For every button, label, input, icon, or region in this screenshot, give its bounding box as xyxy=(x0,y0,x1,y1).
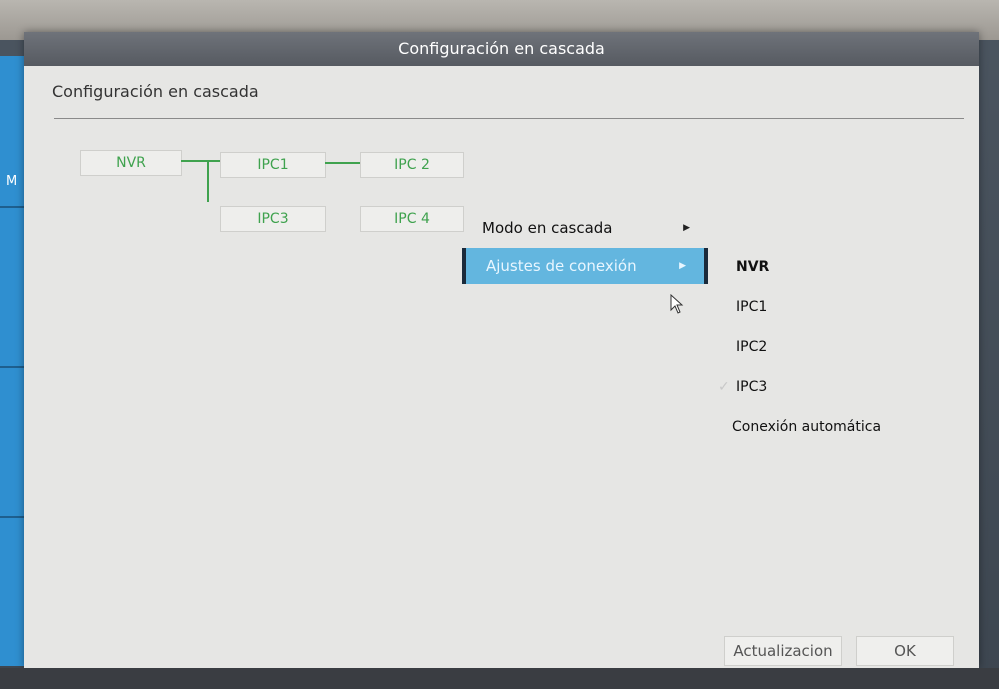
submenu-item-label: IPC2 xyxy=(736,339,768,355)
submenu-item-auto-connect[interactable]: Conexión automática xyxy=(732,412,881,442)
caret-right-icon: ▶ xyxy=(683,223,690,233)
screen: M Configuración en cascada Configuración… xyxy=(0,0,999,689)
bottom-bar xyxy=(0,668,999,689)
connector-line xyxy=(181,160,220,162)
submenu-item-label: Conexión automática xyxy=(732,419,882,435)
submenu-item-label: IPC3 xyxy=(736,379,768,395)
submenu-item-label: IPC1 xyxy=(736,299,768,315)
menu-item-label: Ajustes de conexión xyxy=(486,257,637,275)
page-subtitle: Configuración en cascada xyxy=(52,82,259,101)
caret-right-icon: ▶ xyxy=(679,261,686,271)
ok-button[interactable]: OK xyxy=(856,636,954,666)
cascade-config-dialog: Configuración en cascada Configuración e… xyxy=(24,32,979,668)
mouse-cursor-icon xyxy=(670,294,684,314)
node-ipc2[interactable]: IPC 2 xyxy=(360,152,464,178)
node-ipc4[interactable]: IPC 4 xyxy=(360,206,464,232)
submenu-item-label: NVR xyxy=(736,259,770,275)
connector-line xyxy=(207,160,209,202)
separator xyxy=(54,118,964,119)
menu-item-cascade-mode[interactable]: Modo en cascada ▶ xyxy=(462,210,708,246)
menu-item-label: Modo en cascada xyxy=(482,219,613,237)
node-nvr[interactable]: NVR xyxy=(80,150,182,176)
connector-line xyxy=(325,162,360,164)
background-label: M xyxy=(6,174,18,189)
menu-item-connection-settings[interactable]: Ajustes de conexión ▶ xyxy=(462,248,708,284)
node-ipc1[interactable]: IPC1 xyxy=(220,152,326,178)
update-button[interactable]: Actualizacion xyxy=(724,636,842,666)
check-icon: ✓ xyxy=(718,379,730,395)
node-ipc3[interactable]: IPC3 xyxy=(220,206,326,232)
dialog-title: Configuración en cascada xyxy=(24,32,979,66)
submenu-item-ipc2[interactable]: IPC2 xyxy=(736,332,767,362)
submenu-item-ipc3[interactable]: ✓ IPC3 xyxy=(718,372,768,402)
submenu-item-ipc1[interactable]: IPC1 xyxy=(736,292,767,322)
submenu-item-nvr[interactable]: NVR xyxy=(736,252,769,282)
